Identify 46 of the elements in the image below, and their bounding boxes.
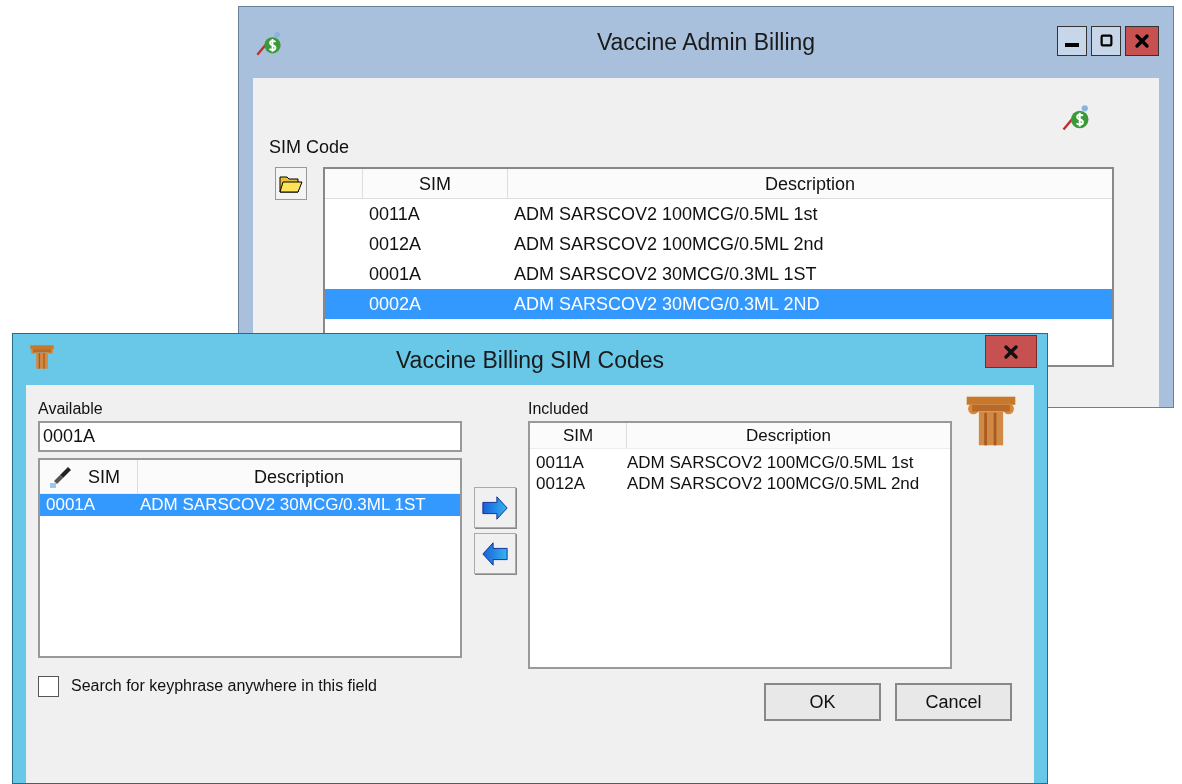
table-cell-text: 0012A (368, 232, 423, 256)
table-cell-text: ADM SARSCOV2 100MCG/0.5ML 2nd (513, 232, 825, 256)
included-label: Included (528, 399, 590, 419)
folder-icon (279, 173, 303, 194)
maximize-button[interactable] (1091, 25, 1121, 56)
column-icon (29, 344, 55, 370)
section-label: SIM Code (269, 137, 350, 157)
column-header[interactable]: Description (138, 459, 460, 494)
list-cell-text: 0001A (45, 494, 97, 517)
flashlight-icon (48, 464, 72, 489)
dialog-button[interactable]: Cancel (895, 683, 1012, 721)
window-title: Vaccine Billing SIM Codes (396, 346, 664, 375)
available-label: Available (38, 399, 104, 419)
column-header[interactable]: SIM (530, 423, 627, 448)
table-cell-text: 0001A (368, 262, 423, 286)
list-cell-text: ADM SARSCOV2 100MCG/0.5ML 1st (627, 451, 915, 474)
list-cell-text: ADM SARSCOV2 30MCG/0.3ML 1ST (140, 494, 427, 517)
maximize-icon (1099, 34, 1113, 47)
open-folder-button[interactable] (275, 167, 307, 200)
left-arrow-icon (480, 539, 510, 568)
list-cell-text: ADM SARSCOV2 100MCG/0.5ML 2nd (627, 472, 921, 495)
remove-button[interactable] (474, 533, 516, 574)
column-header[interactable]: SIM (72, 459, 138, 494)
table-row[interactable]: 0011A ADM SARSCOV2 100MCG/0.5ML 1st (325, 199, 1112, 229)
checkbox[interactable] (38, 675, 59, 697)
list-cell-text: 0012A (535, 472, 587, 495)
search-field[interactable]: 0001A (38, 421, 462, 452)
list-cell-text: 0011A (535, 451, 585, 474)
column-header[interactable]: Description (508, 169, 1112, 198)
column-header[interactable]: SIM (363, 169, 508, 198)
table-cell-text: 0011A (368, 202, 421, 226)
checkbox-label: Search for keyphrase anywhere in this field (71, 676, 377, 696)
table-cell-text: ADM SARSCOV2 100MCG/0.5ML 1st (513, 202, 819, 226)
table-row[interactable]: 0001A ADM SARSCOV2 30MCG/0.3ML 1ST (325, 259, 1112, 289)
dialog-button[interactable]: OK (764, 683, 881, 721)
table-cell-text: ADM SARSCOV2 30MCG/0.3ML 2ND (513, 292, 821, 316)
table-row[interactable]: 0012A ADM SARSCOV2 100MCG/0.5ML 2nd (325, 229, 1112, 259)
minimize-icon (1065, 42, 1079, 47)
close-button[interactable] (1125, 25, 1159, 56)
minimize-button[interactable] (1057, 25, 1087, 56)
window-title: Vaccine Admin Billing (596, 28, 816, 58)
column-header[interactable]: Description (627, 423, 950, 448)
add-button[interactable] (474, 487, 516, 528)
table-cell-text: ADM SARSCOV2 30MCG/0.3ML 1ST (513, 262, 818, 286)
table-cell-text: 0002A (368, 292, 423, 316)
right-arrow-icon (480, 493, 510, 522)
